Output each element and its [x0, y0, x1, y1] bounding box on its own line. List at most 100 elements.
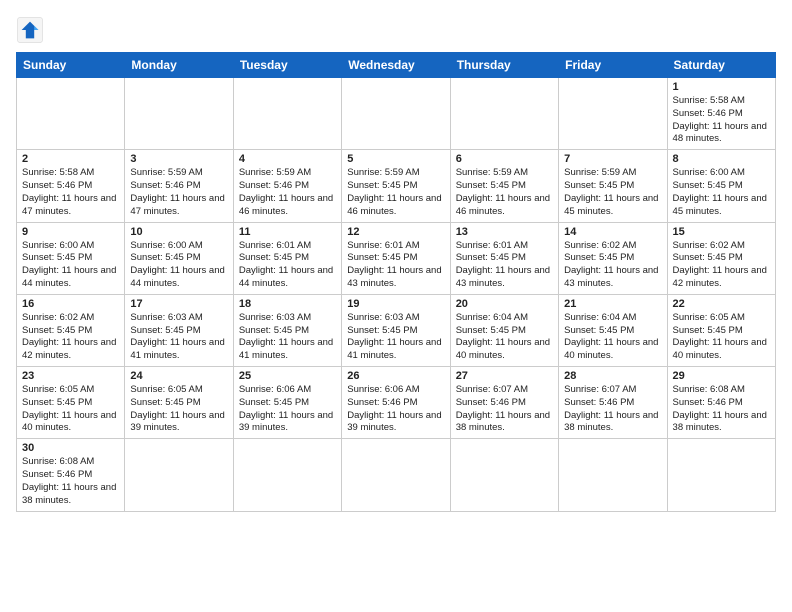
day-number: 12 [347, 226, 444, 238]
day-number: 30 [22, 442, 119, 454]
calendar-day-cell: 2 Sunrise: 5:58 AM Sunset: 5:46 PM Daylig… [17, 150, 125, 222]
day-info: Sunrise: 6:00 AM Sunset: 5:45 PM Dayligh… [130, 240, 227, 291]
day-info: Sunrise: 6:08 AM Sunset: 5:46 PM Dayligh… [22, 456, 119, 507]
day-number: 21 [564, 298, 661, 310]
calendar-day-cell: 1 Sunrise: 5:58 AM Sunset: 5:46 PM Daylig… [667, 78, 775, 150]
day-info: Sunrise: 5:58 AM Sunset: 5:46 PM Dayligh… [22, 167, 119, 218]
calendar-day-header: Sunday [17, 53, 125, 78]
day-number: 15 [673, 226, 770, 238]
calendar-day-cell [125, 78, 233, 150]
day-number: 11 [239, 226, 336, 238]
calendar-day-cell: 4 Sunrise: 5:59 AM Sunset: 5:46 PM Daylig… [233, 150, 341, 222]
calendar-week-row: 2 Sunrise: 5:58 AM Sunset: 5:46 PM Daylig… [17, 150, 776, 222]
day-number: 1 [673, 81, 770, 93]
calendar-day-cell [667, 439, 775, 511]
calendar-day-cell: 11 Sunrise: 6:01 AM Sunset: 5:45 PM Dayli… [233, 222, 341, 294]
calendar-day-header: Thursday [450, 53, 558, 78]
day-info: Sunrise: 6:01 AM Sunset: 5:45 PM Dayligh… [239, 240, 336, 291]
calendar-week-row: 1 Sunrise: 5:58 AM Sunset: 5:46 PM Daylig… [17, 78, 776, 150]
day-info: Sunrise: 6:08 AM Sunset: 5:46 PM Dayligh… [673, 384, 770, 435]
day-info: Sunrise: 5:59 AM Sunset: 5:46 PM Dayligh… [130, 167, 227, 218]
day-info: Sunrise: 6:03 AM Sunset: 5:45 PM Dayligh… [347, 312, 444, 363]
day-info: Sunrise: 6:05 AM Sunset: 5:45 PM Dayligh… [130, 384, 227, 435]
calendar-day-cell [450, 78, 558, 150]
calendar-day-cell [125, 439, 233, 511]
day-number: 16 [22, 298, 119, 310]
day-number: 13 [456, 226, 553, 238]
day-info: Sunrise: 5:58 AM Sunset: 5:46 PM Dayligh… [673, 95, 770, 146]
calendar-day-cell: 14Sunrise: 6:02 AM Sunset: 5:45 PM Dayli… [559, 222, 667, 294]
logo [16, 16, 48, 44]
day-number: 27 [456, 370, 553, 382]
day-info: Sunrise: 6:00 AM Sunset: 5:45 PM Dayligh… [673, 167, 770, 218]
calendar-day-cell: 3 Sunrise: 5:59 AM Sunset: 5:46 PM Daylig… [125, 150, 233, 222]
day-info: Sunrise: 6:05 AM Sunset: 5:45 PM Dayligh… [22, 384, 119, 435]
day-number: 2 [22, 153, 119, 165]
calendar-day-cell: 10 Sunrise: 6:00 AM Sunset: 5:45 PM Dayli… [125, 222, 233, 294]
calendar-day-header: Saturday [667, 53, 775, 78]
day-number: 29 [673, 370, 770, 382]
calendar-day-cell [559, 439, 667, 511]
logo-icon [16, 16, 44, 44]
day-number: 19 [347, 298, 444, 310]
calendar-day-cell: 13 Sunrise: 6:01 AM Sunset: 5:45 PM Dayli… [450, 222, 558, 294]
calendar-day-cell: 16Sunrise: 6:02 AM Sunset: 5:45 PM Dayli… [17, 294, 125, 366]
day-number: 9 [22, 226, 119, 238]
calendar-day-cell [559, 78, 667, 150]
calendar-week-row: 23 Sunrise: 6:05 AM Sunset: 5:45 PM Dayli… [17, 367, 776, 439]
day-info: Sunrise: 6:03 AM Sunset: 5:45 PM Dayligh… [130, 312, 227, 363]
day-info: Sunrise: 6:05 AM Sunset: 5:45 PM Dayligh… [673, 312, 770, 363]
calendar-day-cell: 5Sunrise: 5:59 AM Sunset: 5:45 PM Daylig… [342, 150, 450, 222]
calendar-day-cell [233, 78, 341, 150]
day-info: Sunrise: 6:02 AM Sunset: 5:45 PM Dayligh… [564, 240, 661, 291]
calendar-day-cell: 17 Sunrise: 6:03 AM Sunset: 5:45 PM Dayli… [125, 294, 233, 366]
day-number: 4 [239, 153, 336, 165]
calendar-day-cell: 21Sunrise: 6:04 AM Sunset: 5:45 PM Dayli… [559, 294, 667, 366]
day-number: 6 [456, 153, 553, 165]
calendar-header-row: SundayMondayTuesdayWednesdayThursdayFrid… [17, 53, 776, 78]
calendar-day-cell: 19 Sunrise: 6:03 AM Sunset: 5:45 PM Dayli… [342, 294, 450, 366]
calendar-day-cell: 28 Sunrise: 6:07 AM Sunset: 5:46 PM Dayli… [559, 367, 667, 439]
day-number: 28 [564, 370, 661, 382]
calendar-week-row: 30 Sunrise: 6:08 AM Sunset: 5:46 PM Dayli… [17, 439, 776, 511]
calendar-day-header: Wednesday [342, 53, 450, 78]
day-info: Sunrise: 6:07 AM Sunset: 5:46 PM Dayligh… [564, 384, 661, 435]
calendar-day-cell [17, 78, 125, 150]
day-number: 26 [347, 370, 444, 382]
day-info: Sunrise: 5:59 AM Sunset: 5:46 PM Dayligh… [239, 167, 336, 218]
day-number: 8 [673, 153, 770, 165]
calendar: SundayMondayTuesdayWednesdayThursdayFrid… [16, 52, 776, 512]
calendar-day-cell: 29 Sunrise: 6:08 AM Sunset: 5:46 PM Dayli… [667, 367, 775, 439]
day-number: 17 [130, 298, 227, 310]
day-info: Sunrise: 6:02 AM Sunset: 5:45 PM Dayligh… [673, 240, 770, 291]
day-number: 3 [130, 153, 227, 165]
day-number: 24 [130, 370, 227, 382]
day-number: 10 [130, 226, 227, 238]
calendar-day-cell [342, 439, 450, 511]
calendar-day-cell: 27 Sunrise: 6:07 AM Sunset: 5:46 PM Dayli… [450, 367, 558, 439]
day-info: Sunrise: 6:06 AM Sunset: 5:46 PM Dayligh… [347, 384, 444, 435]
day-number: 20 [456, 298, 553, 310]
calendar-day-cell: 22Sunrise: 6:05 AM Sunset: 5:45 PM Dayli… [667, 294, 775, 366]
calendar-day-cell: 8 Sunrise: 6:00 AM Sunset: 5:45 PM Daylig… [667, 150, 775, 222]
calendar-day-cell: 20 Sunrise: 6:04 AM Sunset: 5:45 PM Dayli… [450, 294, 558, 366]
calendar-day-cell: 7Sunrise: 5:59 AM Sunset: 5:45 PM Daylig… [559, 150, 667, 222]
day-info: Sunrise: 6:00 AM Sunset: 5:45 PM Dayligh… [22, 240, 119, 291]
calendar-day-cell: 18Sunrise: 6:03 AM Sunset: 5:45 PM Dayli… [233, 294, 341, 366]
calendar-day-cell: 9 Sunrise: 6:00 AM Sunset: 5:45 PM Daylig… [17, 222, 125, 294]
calendar-day-cell: 26 Sunrise: 6:06 AM Sunset: 5:46 PM Dayli… [342, 367, 450, 439]
day-info: Sunrise: 5:59 AM Sunset: 5:45 PM Dayligh… [456, 167, 553, 218]
calendar-day-header: Monday [125, 53, 233, 78]
day-info: Sunrise: 6:01 AM Sunset: 5:45 PM Dayligh… [456, 240, 553, 291]
day-info: Sunrise: 6:07 AM Sunset: 5:46 PM Dayligh… [456, 384, 553, 435]
day-number: 23 [22, 370, 119, 382]
calendar-day-cell: 12 Sunrise: 6:01 AM Sunset: 5:45 PM Dayli… [342, 222, 450, 294]
day-info: Sunrise: 6:04 AM Sunset: 5:45 PM Dayligh… [456, 312, 553, 363]
calendar-day-cell: 6 Sunrise: 5:59 AM Sunset: 5:45 PM Daylig… [450, 150, 558, 222]
calendar-day-cell: 24 Sunrise: 6:05 AM Sunset: 5:45 PM Dayli… [125, 367, 233, 439]
day-info: Sunrise: 6:01 AM Sunset: 5:45 PM Dayligh… [347, 240, 444, 291]
day-number: 25 [239, 370, 336, 382]
calendar-day-cell: 25Sunrise: 6:06 AM Sunset: 5:45 PM Dayli… [233, 367, 341, 439]
calendar-week-row: 16Sunrise: 6:02 AM Sunset: 5:45 PM Dayli… [17, 294, 776, 366]
day-info: Sunrise: 5:59 AM Sunset: 5:45 PM Dayligh… [347, 167, 444, 218]
